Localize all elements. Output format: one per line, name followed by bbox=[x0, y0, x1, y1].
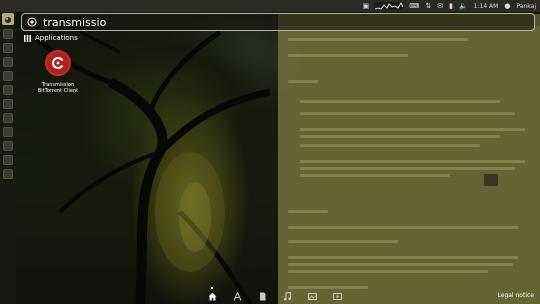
network-icon[interactable]: ⇅ bbox=[425, 0, 431, 12]
launcher-item-office[interactable] bbox=[3, 57, 13, 67]
launcher-item-software-center[interactable] bbox=[3, 127, 13, 137]
user-name[interactable]: Pankaj bbox=[516, 3, 536, 10]
dash-lens-bar bbox=[206, 287, 343, 304]
music-lens-icon[interactable] bbox=[281, 290, 293, 302]
launcher-item-files[interactable] bbox=[3, 29, 13, 39]
search-input[interactable] bbox=[39, 15, 439, 29]
window-text-line bbox=[300, 167, 515, 170]
video-lens-icon[interactable] bbox=[331, 290, 343, 302]
home-lens-icon[interactable] bbox=[206, 287, 218, 302]
dash-home-button[interactable]: ◕ bbox=[2, 13, 14, 25]
window-text-line bbox=[288, 270, 488, 273]
window-text-line bbox=[288, 263, 513, 266]
photos-lens-icon[interactable] bbox=[306, 290, 318, 302]
launcher-item-editor[interactable] bbox=[3, 85, 13, 95]
window-text-line bbox=[300, 128, 525, 131]
window-text-line bbox=[300, 160, 525, 163]
app-result-transmission[interactable]: Transmission BitTorrent Client bbox=[30, 50, 86, 94]
top-panel: ▣ ⌨ ⇅ ✉ ▮ 🔈 1:14 AM ● Pankaj bbox=[0, 0, 540, 12]
launcher-item-terminal[interactable] bbox=[3, 71, 13, 81]
window-text-line bbox=[300, 174, 450, 177]
legal-notice-link[interactable]: Legal notice bbox=[498, 292, 534, 299]
launcher-item-trash[interactable] bbox=[3, 169, 13, 179]
volume-icon[interactable]: 🔈 bbox=[459, 0, 468, 12]
transmission-icon[interactable] bbox=[45, 50, 71, 76]
window-text-line bbox=[288, 38, 468, 41]
window-text-line bbox=[300, 135, 500, 138]
clock[interactable]: 1:14 AM bbox=[474, 3, 499, 10]
dash-search-box[interactable] bbox=[21, 13, 535, 31]
system-load-graph-icon[interactable] bbox=[375, 2, 404, 10]
dropbox-icon[interactable]: ▣ bbox=[363, 0, 370, 12]
window-text-line bbox=[288, 54, 408, 57]
window-text-line bbox=[300, 112, 515, 115]
launcher-item-settings[interactable] bbox=[3, 99, 13, 109]
search-icon bbox=[25, 15, 39, 29]
user-icon[interactable]: ● bbox=[504, 0, 510, 12]
keyboard-icon[interactable]: ⌨ bbox=[409, 0, 419, 12]
window-text-line bbox=[288, 240, 398, 243]
window-text-line bbox=[300, 144, 480, 147]
window-avatar bbox=[484, 174, 498, 186]
window-text-line bbox=[288, 210, 328, 213]
window-text-line bbox=[288, 256, 518, 259]
battery-icon[interactable]: ▮ bbox=[449, 0, 453, 12]
applications-category-icon bbox=[24, 34, 31, 42]
app-result-description: BitTorrent Client bbox=[37, 88, 79, 94]
launcher-item-workspace[interactable] bbox=[3, 141, 13, 151]
launcher-item-app[interactable] bbox=[3, 155, 13, 165]
category-header-applications[interactable]: Applications bbox=[24, 33, 78, 43]
category-label: Applications bbox=[35, 34, 78, 42]
system-tray: ▣ ⌨ ⇅ ✉ ▮ 🔈 1:14 AM ● Pankaj bbox=[363, 0, 536, 12]
desktop-wallpaper bbox=[0, 0, 540, 304]
mail-icon[interactable]: ✉ bbox=[437, 0, 443, 12]
window-text-line bbox=[288, 80, 318, 83]
window-text-line bbox=[288, 226, 518, 229]
launcher: ◕ bbox=[0, 12, 16, 304]
app-result-label: Transmission BitTorrent Client bbox=[38, 82, 78, 94]
active-lens-indicator bbox=[211, 287, 213, 289]
launcher-item-music[interactable] bbox=[3, 113, 13, 123]
window-text-line bbox=[300, 100, 500, 103]
files-lens-icon[interactable] bbox=[256, 290, 268, 302]
background-browser-window bbox=[278, 14, 540, 304]
applications-lens-icon[interactable] bbox=[231, 290, 243, 302]
launcher-item-browser[interactable] bbox=[3, 43, 13, 53]
